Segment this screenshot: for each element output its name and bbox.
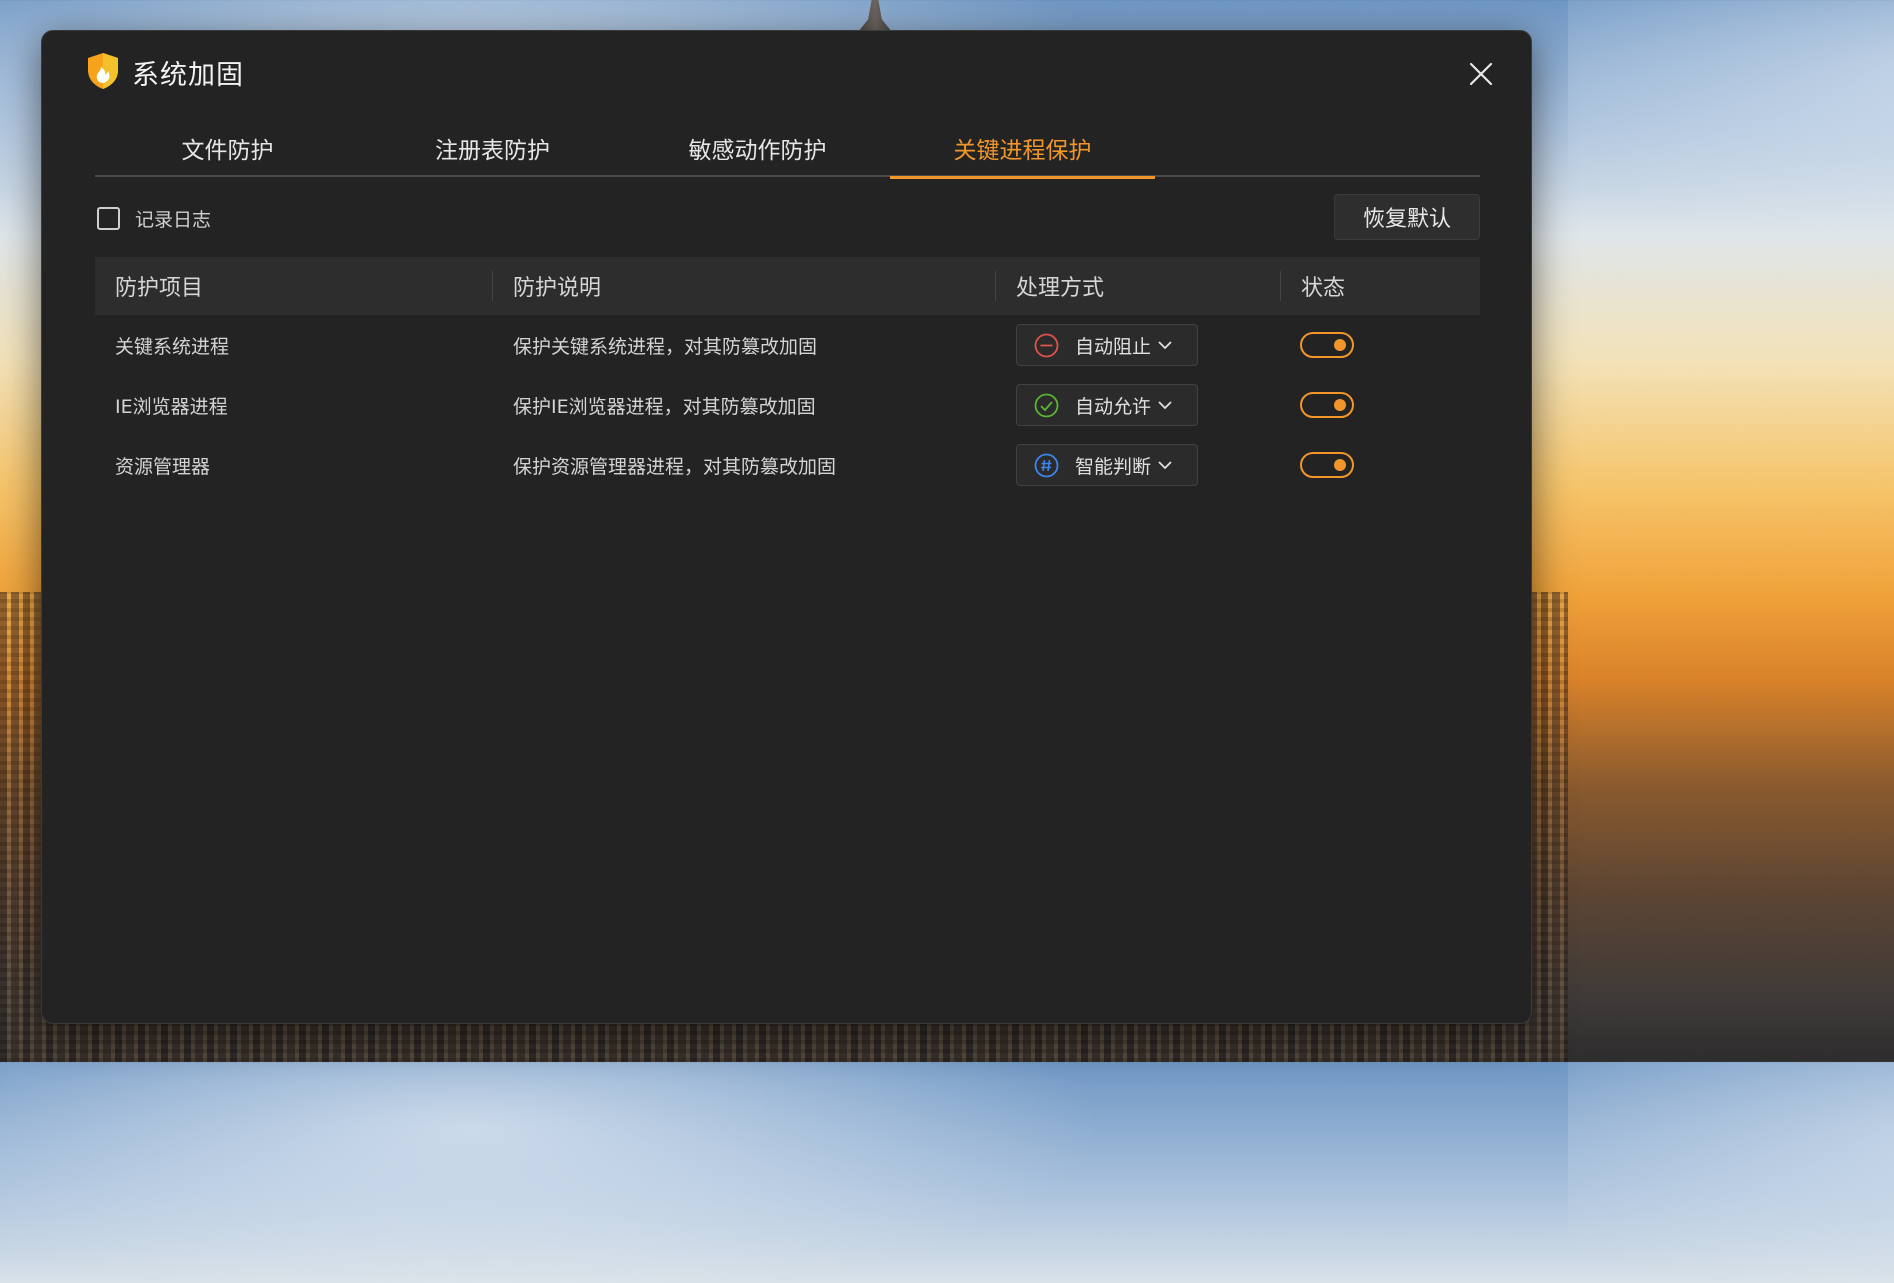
check-circle-icon <box>1034 393 1059 418</box>
action-value: 自动阻止 <box>1075 335 1152 358</box>
close-icon <box>1469 62 1493 86</box>
chevron-down-icon <box>1157 457 1173 473</box>
status-toggle[interactable] <box>1300 392 1354 418</box>
protection-item: IE浏览器进程 <box>115 395 228 418</box>
tab-registry-protection[interactable]: 注册表防护 <box>360 119 625 177</box>
table-header: 防护项目 防护说明 处理方式 状态 <box>95 257 1480 315</box>
protection-item: 资源管理器 <box>115 455 211 478</box>
tab-file-protection[interactable]: 文件防护 <box>95 119 360 177</box>
chevron-down-icon <box>1157 397 1173 413</box>
table-row: IE浏览器进程 保护IE浏览器进程，对其防篡改加固 自动允许 <box>95 375 1480 435</box>
window-title: 系统加固 <box>132 60 244 91</box>
action-value: 自动允许 <box>1075 395 1152 418</box>
restore-default-button[interactable]: 恢复默认 <box>1334 194 1480 240</box>
log-checkbox-group[interactable]: 记录日志 <box>97 205 211 232</box>
column-header-status: 状态 <box>1301 276 1346 301</box>
status-toggle[interactable] <box>1300 332 1354 358</box>
column-header-item: 防护项目 <box>115 276 204 301</box>
shield-flame-icon <box>86 52 120 90</box>
protection-description: 保护IE浏览器进程，对其防篡改加固 <box>513 395 816 418</box>
log-checkbox-label: 记录日志 <box>135 209 212 231</box>
column-divider <box>995 271 996 301</box>
tab-key-process-protection[interactable]: 关键进程保护 <box>890 119 1155 179</box>
toolbar: 记录日志 恢复默认 <box>95 193 1480 241</box>
block-icon <box>1034 333 1059 358</box>
action-dropdown[interactable]: 自动阻止 <box>1016 324 1198 366</box>
log-checkbox[interactable] <box>97 207 120 230</box>
column-divider <box>492 271 493 301</box>
background-tower <box>858 0 892 32</box>
protection-table: 防护项目 防护说明 处理方式 状态 关键系统进程 保护关键系统进程，对其防篡改加… <box>95 257 1480 495</box>
tab-sensitive-action-protection[interactable]: 敏感动作防护 <box>625 119 890 177</box>
table-row: 资源管理器 保护资源管理器进程，对其防篡改加固 智能判断 <box>95 435 1480 495</box>
close-button[interactable] <box>1460 53 1502 95</box>
protection-item: 关键系统进程 <box>115 335 230 358</box>
column-divider <box>1280 271 1281 301</box>
protection-description: 保护资源管理器进程，对其防篡改加固 <box>513 455 837 478</box>
toggle-knob <box>1334 459 1346 471</box>
status-toggle[interactable] <box>1300 452 1354 478</box>
action-dropdown[interactable]: 智能判断 <box>1016 444 1198 486</box>
table-row: 关键系统进程 保护关键系统进程，对其防篡改加固 自动阻止 <box>95 315 1480 375</box>
chevron-down-icon <box>1157 337 1173 353</box>
column-header-action: 处理方式 <box>1016 276 1105 301</box>
system-hardening-window: 系统加固 文件防护 注册表防护 敏感动作防护 关键进程保护 记录日志 恢复默认 … <box>41 30 1532 1024</box>
protection-description: 保护关键系统进程，对其防篡改加固 <box>513 335 818 358</box>
toggle-knob <box>1334 339 1346 351</box>
action-value: 智能判断 <box>1075 455 1152 478</box>
title-bar: 系统加固 <box>42 31 1531 111</box>
action-dropdown[interactable]: 自动允许 <box>1016 384 1198 426</box>
column-header-description: 防护说明 <box>513 276 602 301</box>
hash-circle-icon <box>1034 453 1059 478</box>
tab-bar: 文件防护 注册表防护 敏感动作防护 关键进程保护 <box>95 119 1480 179</box>
toggle-knob <box>1334 399 1346 411</box>
